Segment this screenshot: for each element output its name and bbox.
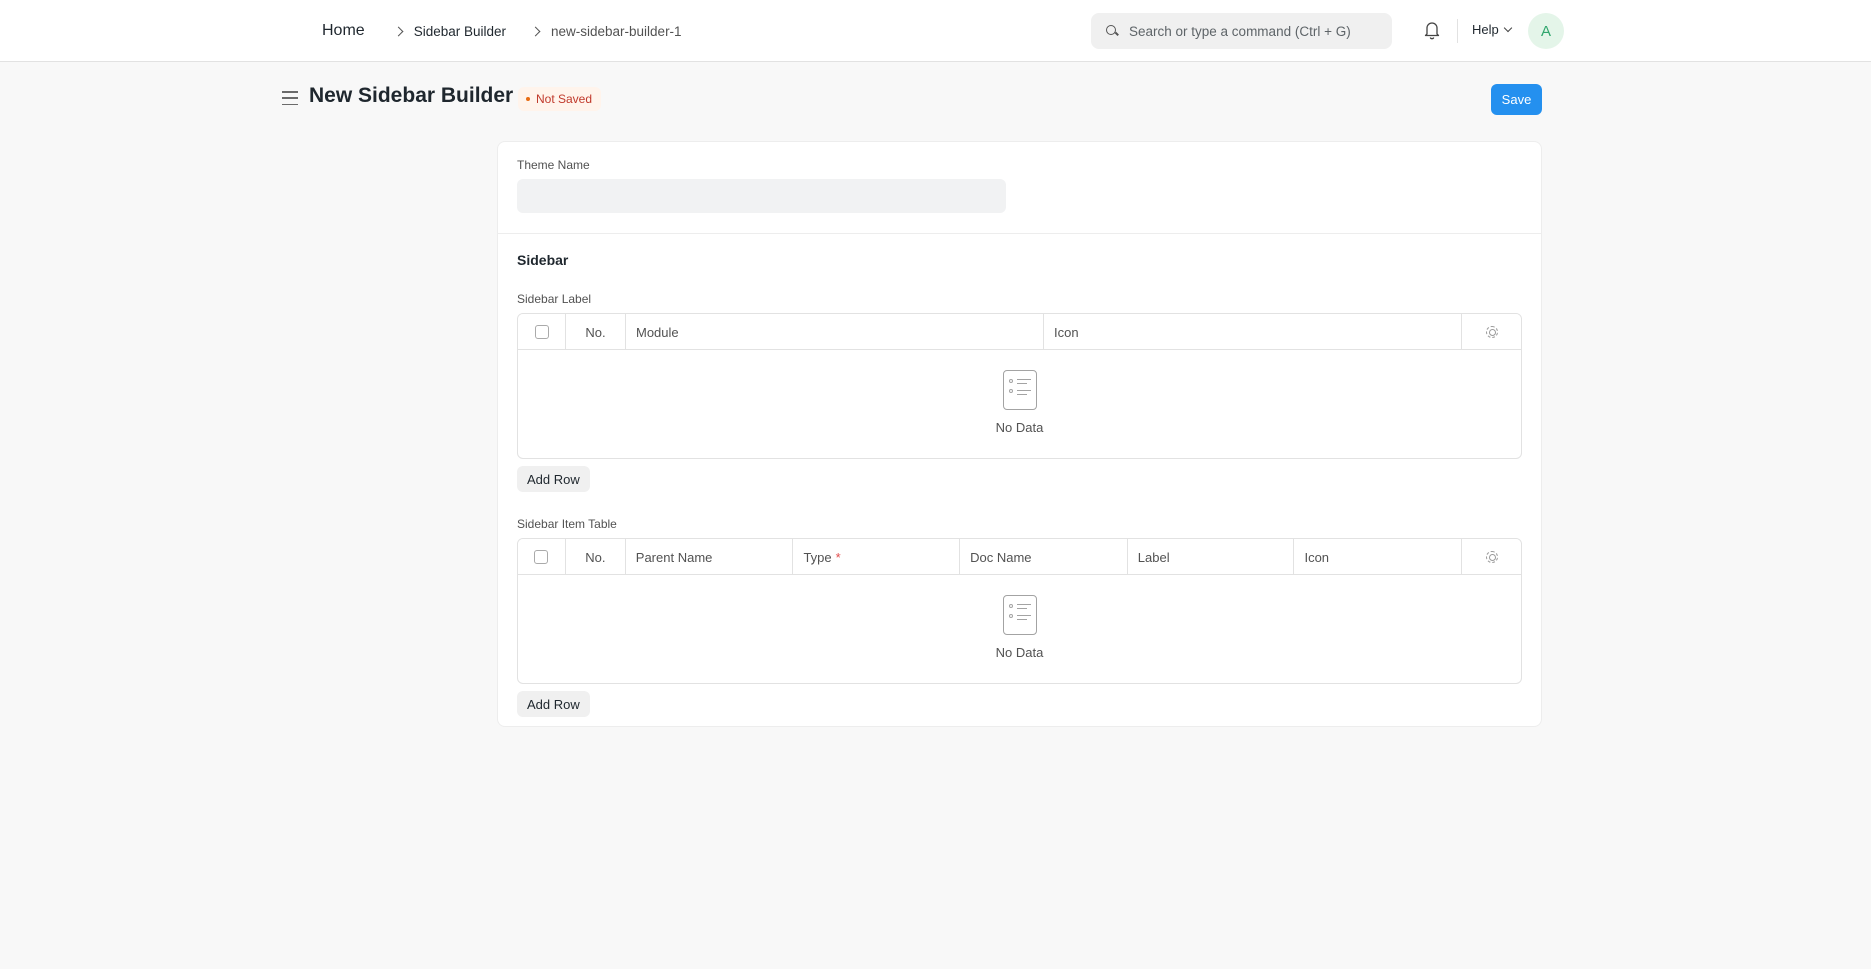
bell-icon[interactable] [1423, 20, 1441, 40]
no-data-text: No Data [995, 645, 1044, 660]
avatar[interactable]: A [1528, 13, 1564, 49]
chevron-right-icon [530, 26, 541, 36]
column-header-parent-name: Parent Name [626, 539, 794, 575]
table-empty-state: No Data [518, 350, 1521, 458]
select-all-checkbox[interactable] [534, 325, 549, 339]
search-icon [1105, 24, 1119, 38]
theme-name-label: Theme Name [517, 158, 590, 172]
status-badge: Not Saved [518, 87, 602, 111]
table-header: No. Module Icon [518, 314, 1521, 350]
column-settings-cell[interactable] [1462, 314, 1521, 350]
search-placeholder: Search or type a command (Ctrl + G) [1129, 23, 1351, 39]
column-header-no: No. [566, 314, 626, 350]
column-header-type-label: Type [803, 549, 832, 565]
search-input[interactable]: Search or type a command (Ctrl + G) [1091, 13, 1392, 49]
help-dropdown[interactable]: Help [1472, 22, 1512, 37]
table-empty-state: No Data [518, 575, 1521, 683]
column-header-doc-name: Doc Name [960, 539, 1128, 575]
chevron-down-icon [1503, 23, 1512, 33]
select-all-cell [518, 539, 566, 575]
save-button[interactable]: Save [1491, 84, 1542, 115]
column-settings-cell[interactable] [1462, 539, 1521, 575]
section-title: Sidebar [517, 252, 569, 268]
sidebar-toggle-icon[interactable] [282, 91, 298, 105]
column-header-icon: Icon [1044, 314, 1462, 350]
no-data-icon [1002, 595, 1037, 635]
add-row-button[interactable]: Add Row [517, 691, 590, 717]
column-header-icon: Icon [1294, 539, 1463, 575]
column-header-label: Label [1128, 539, 1295, 575]
help-label: Help [1472, 22, 1499, 37]
no-data-icon [1002, 370, 1037, 410]
sidebar-item-table-label: Sidebar Item Table [517, 517, 617, 531]
chevron-right-icon [393, 26, 404, 36]
status-dot-icon [526, 97, 530, 101]
column-header-no: No. [566, 539, 626, 575]
column-header-module: Module [626, 314, 1044, 350]
gear-icon[interactable] [1485, 326, 1498, 338]
breadcrumb-current-doc[interactable]: new-sidebar-builder-1 [551, 24, 682, 39]
status-badge-label: Not Saved [536, 92, 593, 106]
select-all-cell [518, 314, 566, 350]
form-card: Theme Name Sidebar Sidebar Label No. Mod… [497, 141, 1542, 727]
add-row-button[interactable]: Add Row [517, 466, 590, 492]
breadcrumb-home[interactable]: Home [322, 22, 365, 40]
breadcrumb: Home Sidebar Builder new-sidebar-builder… [322, 0, 682, 62]
gear-icon[interactable] [1485, 551, 1498, 563]
breadcrumb-sidebar-builder[interactable]: Sidebar Builder [414, 24, 506, 39]
theme-name-input[interactable] [517, 179, 1006, 213]
navbar-divider [1457, 19, 1458, 43]
column-header-type: Type * [793, 539, 961, 575]
sidebar-label-table-label: Sidebar Label [517, 292, 592, 306]
page-title: New Sidebar Builder [309, 84, 514, 107]
sidebar-item-table: No. Parent Name Type * Doc Name Label Ic… [517, 538, 1522, 684]
section-divider [498, 233, 1541, 234]
select-all-checkbox[interactable] [534, 550, 549, 564]
table-header: No. Parent Name Type * Doc Name Label Ic… [518, 539, 1521, 575]
no-data-text: No Data [995, 420, 1044, 435]
required-marker: * [835, 549, 841, 565]
top-navbar: Home Sidebar Builder new-sidebar-builder… [0, 0, 1871, 62]
sidebar-label-table: No. Module Icon No Data [517, 313, 1522, 459]
